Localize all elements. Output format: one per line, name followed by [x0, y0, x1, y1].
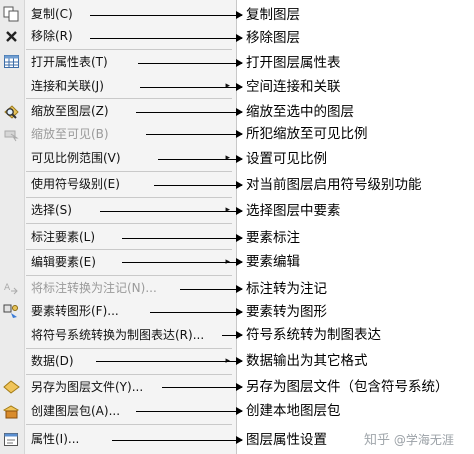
- menu-separator: [26, 197, 232, 198]
- feature-to-graphic-icon: [3, 303, 20, 319]
- menu-item-convert-features-to-graphics[interactable]: 要素转图形(F)...: [0, 300, 236, 322]
- annotation-copy: 复制图层: [246, 7, 300, 23]
- pointer-arrow: [122, 234, 243, 242]
- pointer-arrow: [96, 357, 243, 365]
- zoom-to-layer-icon: [3, 103, 20, 119]
- pointer-arrow: [136, 108, 243, 116]
- pointer-arrow: [146, 130, 243, 138]
- annotation-label-features: 要素标注: [246, 230, 300, 246]
- menu-item-label: 要素转图形(F)...: [31, 304, 119, 318]
- menu-item-label: 将符号系统转换为制图表达(R)...: [31, 328, 205, 342]
- annotation-features-to-graphics: 要素转为图形: [246, 304, 327, 320]
- menu-item-label: 数据(D): [31, 354, 74, 368]
- label-to-annotation-icon: A: [3, 280, 20, 296]
- menu-item-label: 可见比例范围(V): [31, 151, 121, 165]
- menu-item-label-features[interactable]: 标注要素(L): [0, 226, 236, 248]
- annotation-convert-labels: 标注转为注记: [246, 281, 327, 297]
- save-layer-file-icon: [3, 379, 20, 395]
- pointer-arrow: [90, 11, 243, 19]
- menu-item-joins-relates[interactable]: 连接和关联(J) ▸: [0, 75, 236, 97]
- pointer-arrow: [162, 383, 243, 391]
- menu-item-open-attribute-table[interactable]: 打开属性表(T): [0, 51, 236, 73]
- menu-item-label: 创建图层包(A)...: [31, 404, 121, 418]
- annotation-selection: 选择图层中要素: [246, 203, 341, 219]
- properties-icon: [3, 431, 20, 447]
- remove-x-icon: [3, 28, 20, 44]
- pointer-arrow: [158, 155, 243, 163]
- pointer-arrow: [112, 436, 243, 444]
- annotation-open-attribute-table: 打开图层属性表: [246, 55, 341, 71]
- menu-separator: [26, 275, 232, 276]
- pointer-arrow: [150, 308, 243, 316]
- menu-separator: [26, 49, 232, 50]
- annotation-use-symbol-levels: 对当前图层启用符号级别功能: [246, 177, 422, 193]
- pointer-arrow: [122, 258, 243, 266]
- menu-item-label: 选择(S): [31, 203, 72, 217]
- menu-item-label: 复制(C): [31, 7, 73, 21]
- annotation-save-layer-file: 另存为图层文件（包含符号系统）: [246, 379, 449, 395]
- svg-text:A: A: [4, 283, 11, 293]
- zoom-to-visible-icon: [3, 126, 20, 142]
- menu-item-label: 连接和关联(J): [31, 79, 104, 93]
- menu-separator: [26, 171, 232, 172]
- menu-item-label: 缩放至可见(B): [31, 127, 109, 141]
- menu-item-copy[interactable]: 复制(C): [0, 3, 236, 25]
- menu-item-convert-symbology-to-representation[interactable]: 将符号系统转换为制图表达(R)...: [0, 324, 236, 346]
- annotation-edit-features: 要素编辑: [246, 254, 300, 270]
- annotation-visible-scale-range: 设置可见比例: [246, 151, 327, 167]
- table-icon: [3, 54, 20, 70]
- submenu-arrow-icon: ▸: [225, 205, 230, 215]
- annotation-symbology-to-representation: 符号系统转为制图表达: [246, 327, 381, 343]
- annotation-zoom-to-visible: 所犯缩放至可见比例: [246, 126, 368, 142]
- menu-item-selection[interactable]: 选择(S) ▸: [0, 199, 236, 221]
- watermark-site: 知乎: [364, 433, 391, 448]
- annotation-data: 数据输出为其它格式: [246, 353, 368, 369]
- menu-separator: [26, 424, 232, 425]
- menu-item-label: 另存为图层文件(Y)...: [31, 380, 144, 394]
- pointer-arrow: [140, 83, 243, 91]
- menu-item-label: 打开属性表(T): [31, 55, 108, 69]
- menu-item-convert-labels-to-annotation: A 将标注转换为注记(N)...: [0, 277, 236, 299]
- pointer-arrow: [138, 59, 243, 67]
- watermark-handle: @学海无涯: [393, 433, 454, 447]
- menu-item-label: 将标注转换为注记(N)...: [31, 281, 157, 295]
- pointer-arrow: [90, 34, 243, 42]
- menu-separator: [26, 348, 232, 349]
- menu-separator: [26, 249, 232, 250]
- menu-item-remove[interactable]: 移除(R): [0, 25, 236, 47]
- annotation-joins-relates: 空间连接和关联: [246, 79, 341, 95]
- menu-item-label: 移除(R): [31, 29, 73, 43]
- menu-separator: [26, 223, 232, 224]
- menu-item-visible-scale-range[interactable]: 可见比例范围(V) ▸: [0, 147, 236, 169]
- menu-item-label: 缩放至图层(Z): [31, 104, 109, 118]
- menu-item-label: 编辑要素(E): [31, 255, 96, 269]
- pointer-arrow: [180, 285, 243, 293]
- menu-separator: [26, 98, 232, 99]
- menu-item-label: 使用符号级别(E): [31, 177, 120, 191]
- menu-item-label: 标注要素(L): [31, 230, 96, 244]
- annotation-remove: 移除图层: [246, 30, 300, 46]
- menu-item-properties[interactable]: 属性(I)...: [0, 428, 236, 450]
- layer-package-icon: [2, 403, 20, 419]
- annotation-layer-package: 创建本地图层包: [246, 403, 341, 419]
- menu-item-use-symbol-levels[interactable]: 使用符号级别(E): [0, 173, 236, 195]
- menu-separator: [26, 374, 232, 375]
- submenu-arrow-icon: ▸: [225, 153, 230, 163]
- copy-icon: [3, 6, 20, 22]
- menu-item-zoom-to-layer[interactable]: 缩放至图层(Z): [0, 100, 236, 122]
- pointer-arrow: [100, 207, 243, 215]
- layer-context-menu: 复制(C) 移除(R) 打开属性表(T) 连接和关联(J) ▸ 缩放至图层(Z)…: [0, 0, 237, 454]
- watermark: 知乎 @学海无涯: [364, 429, 454, 448]
- menu-item-label: 属性(I)...: [31, 432, 80, 446]
- pointer-arrow: [154, 181, 243, 189]
- submenu-arrow-icon: ▸: [225, 81, 230, 91]
- annotation-properties: 图层属性设置: [246, 432, 327, 448]
- annotation-zoom-to-layer: 缩放至选中的图层: [246, 104, 354, 120]
- pointer-arrow: [222, 331, 243, 339]
- pointer-arrow: [136, 407, 243, 415]
